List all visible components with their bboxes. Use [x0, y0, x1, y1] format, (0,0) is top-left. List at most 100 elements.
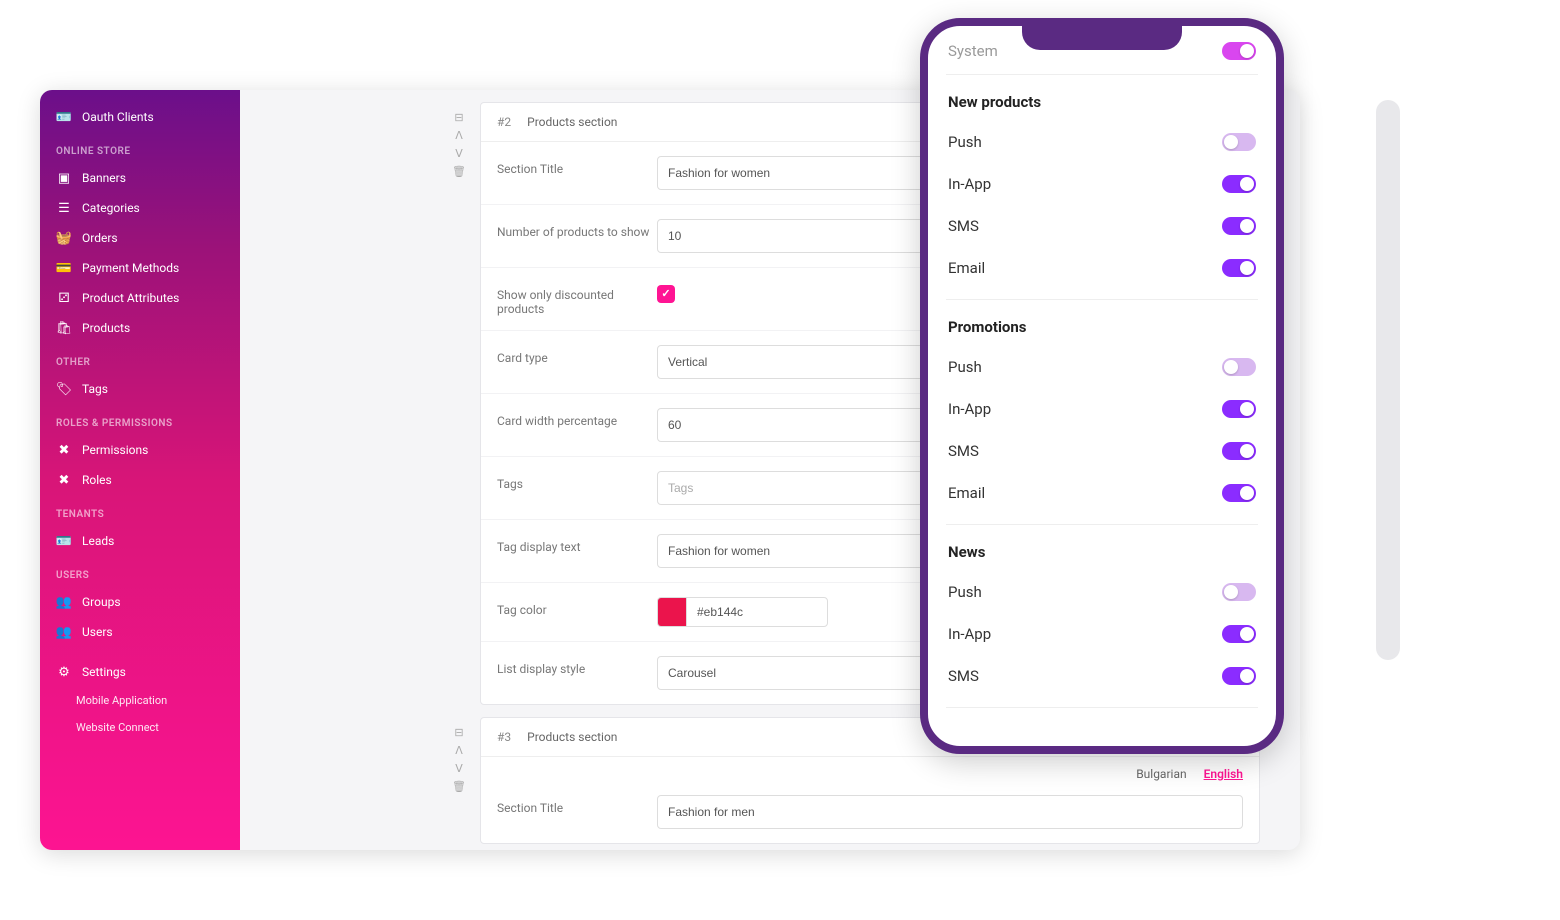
section-title: Products section	[527, 730, 617, 744]
tools-icon: ✖	[56, 442, 72, 458]
row-sms: SMS	[946, 430, 1258, 472]
sidebar-item-orders[interactable]: 🧺Orders	[40, 223, 240, 253]
row-email: Email	[946, 247, 1258, 289]
sidebar-label: Mobile Application	[76, 694, 167, 707]
sidebar-label: Permissions	[82, 443, 148, 457]
list-icon: ☰	[56, 200, 72, 216]
row-email: Email	[946, 472, 1258, 514]
sidebar-item-categories[interactable]: ☰ Categories	[40, 193, 240, 223]
phone-notch	[1022, 26, 1182, 50]
sidebar-sub-mobile[interactable]: Mobile Application	[40, 687, 240, 714]
toggle-push[interactable]	[1222, 133, 1256, 151]
toggle-sms[interactable]	[1222, 442, 1256, 460]
tools-icon: ✖	[56, 472, 72, 488]
group-news: News Push In-App SMS	[946, 525, 1258, 708]
row-sms: SMS	[946, 655, 1258, 697]
section-controls: ⊟ ᐱ ᐯ 🗑	[449, 724, 469, 794]
sidebar-label: Leads	[82, 534, 114, 548]
collapse-icon[interactable]: ⊟	[449, 724, 469, 740]
group-title: News	[946, 525, 1258, 571]
section-tenants: TENANTS	[40, 495, 240, 526]
toggle-email[interactable]	[1222, 484, 1256, 502]
row-label: SMS	[948, 442, 979, 460]
color-hex-input[interactable]	[686, 597, 828, 627]
sidebar-item-leads[interactable]: 🪪 Leads	[40, 526, 240, 556]
section-other: OTHER	[40, 343, 240, 374]
delete-icon[interactable]: 🗑	[449, 778, 469, 794]
toggle-inapp[interactable]	[1222, 175, 1256, 193]
toggle-inapp[interactable]	[1222, 625, 1256, 643]
row-inapp: In-App	[946, 388, 1258, 430]
image-icon: ▣	[56, 170, 72, 186]
phone-screen: System New products Push In-App SMS Emai…	[928, 26, 1276, 754]
move-down-icon[interactable]: ᐯ	[449, 145, 469, 161]
row-section-title-3: Section Title	[481, 781, 1259, 843]
users-icon: 👥	[56, 624, 72, 640]
toggle-inapp[interactable]	[1222, 400, 1256, 418]
sidebar-item-roles[interactable]: ✖ Roles	[40, 465, 240, 495]
sidebar-label: Product Attributes	[82, 291, 179, 305]
sidebar-sub-website[interactable]: Website Connect	[40, 714, 240, 741]
sidebar-label: Users	[82, 625, 113, 639]
sitemap-icon: ⚂	[56, 290, 72, 306]
section-controls: ⊟ ᐱ ᐯ 🗑	[449, 109, 469, 179]
sidebar-label: Settings	[82, 665, 126, 679]
row-push: Push	[946, 121, 1258, 163]
toggle-email[interactable]	[1222, 259, 1256, 277]
sidebar-label: Roles	[82, 473, 112, 487]
id-icon: 🪪	[56, 533, 72, 549]
phone-mockup: System New products Push In-App SMS Emai…	[920, 18, 1284, 754]
sidebar-item-payment[interactable]: 💳 Payment Methods	[40, 253, 240, 283]
sidebar-item-permissions[interactable]: ✖ Permissions	[40, 435, 240, 465]
row-label: Email	[948, 259, 985, 277]
label: Card type	[497, 345, 657, 365]
sidebar-item-attributes[interactable]: ⚂ Product Attributes	[40, 283, 240, 313]
label: List display style	[497, 656, 657, 676]
card-icon: 💳	[56, 260, 72, 276]
row-label: In-App	[948, 625, 991, 643]
gear-icon: ⚙	[56, 664, 72, 680]
color-swatch[interactable]	[657, 597, 686, 627]
row-label: Email	[948, 484, 985, 502]
lang-bulgarian[interactable]: Bulgarian	[1136, 767, 1186, 781]
sidebar-label: Categories	[82, 201, 140, 215]
row-label: Push	[948, 358, 982, 376]
label: Card width percentage	[497, 408, 657, 428]
tablet-frame-edge	[1376, 100, 1400, 660]
toggle-sms[interactable]	[1222, 217, 1256, 235]
label: Tag display text	[497, 534, 657, 554]
move-down-icon[interactable]: ᐯ	[449, 760, 469, 776]
toggle-push[interactable]	[1222, 583, 1256, 601]
sidebar-item-products[interactable]: 🛍 Products	[40, 313, 240, 343]
sidebar: 🪪Oauth Clients ONLINE STORE ▣Banners ☰Ca…	[40, 90, 240, 850]
row-label: In-App	[948, 400, 991, 418]
move-up-icon[interactable]: ᐱ	[449, 127, 469, 143]
bag-icon: 🛍	[56, 320, 72, 336]
sidebar-label: Products	[82, 321, 130, 335]
system-toggle[interactable]	[1222, 42, 1256, 60]
discounted-checkbox[interactable]: ✓	[657, 285, 675, 303]
move-up-icon[interactable]: ᐱ	[449, 742, 469, 758]
sidebar-item-settings[interactable]: ⚙ Settings	[40, 657, 240, 687]
row-sms: SMS	[946, 205, 1258, 247]
section-users: USERS	[40, 556, 240, 587]
toggle-push[interactable]	[1222, 358, 1256, 376]
section-title-input-3[interactable]	[657, 795, 1243, 829]
row-push: Push	[946, 346, 1258, 388]
tag-icon: 🏷	[56, 381, 72, 397]
sidebar-label: Oauth Clients	[82, 110, 154, 124]
sidebar-label: Payment Methods	[82, 261, 179, 275]
lang-english[interactable]: English	[1204, 767, 1243, 781]
sidebar-item-users[interactable]: 👥 Users	[40, 617, 240, 647]
sidebar-label: Website Connect	[76, 721, 159, 734]
sidebar-item-oauth[interactable]: 🪪Oauth Clients	[40, 102, 240, 132]
sidebar-item-tags[interactable]: 🏷Tags	[40, 374, 240, 404]
delete-icon[interactable]: 🗑	[449, 163, 469, 179]
toggle-sms[interactable]	[1222, 667, 1256, 685]
language-switcher: Bulgarian English	[481, 757, 1259, 781]
collapse-icon[interactable]: ⊟	[449, 109, 469, 125]
sidebar-item-banners[interactable]: ▣Banners	[40, 163, 240, 193]
label: Tags	[497, 471, 657, 491]
row-label: SMS	[948, 217, 979, 235]
sidebar-item-groups[interactable]: 👥Groups	[40, 587, 240, 617]
